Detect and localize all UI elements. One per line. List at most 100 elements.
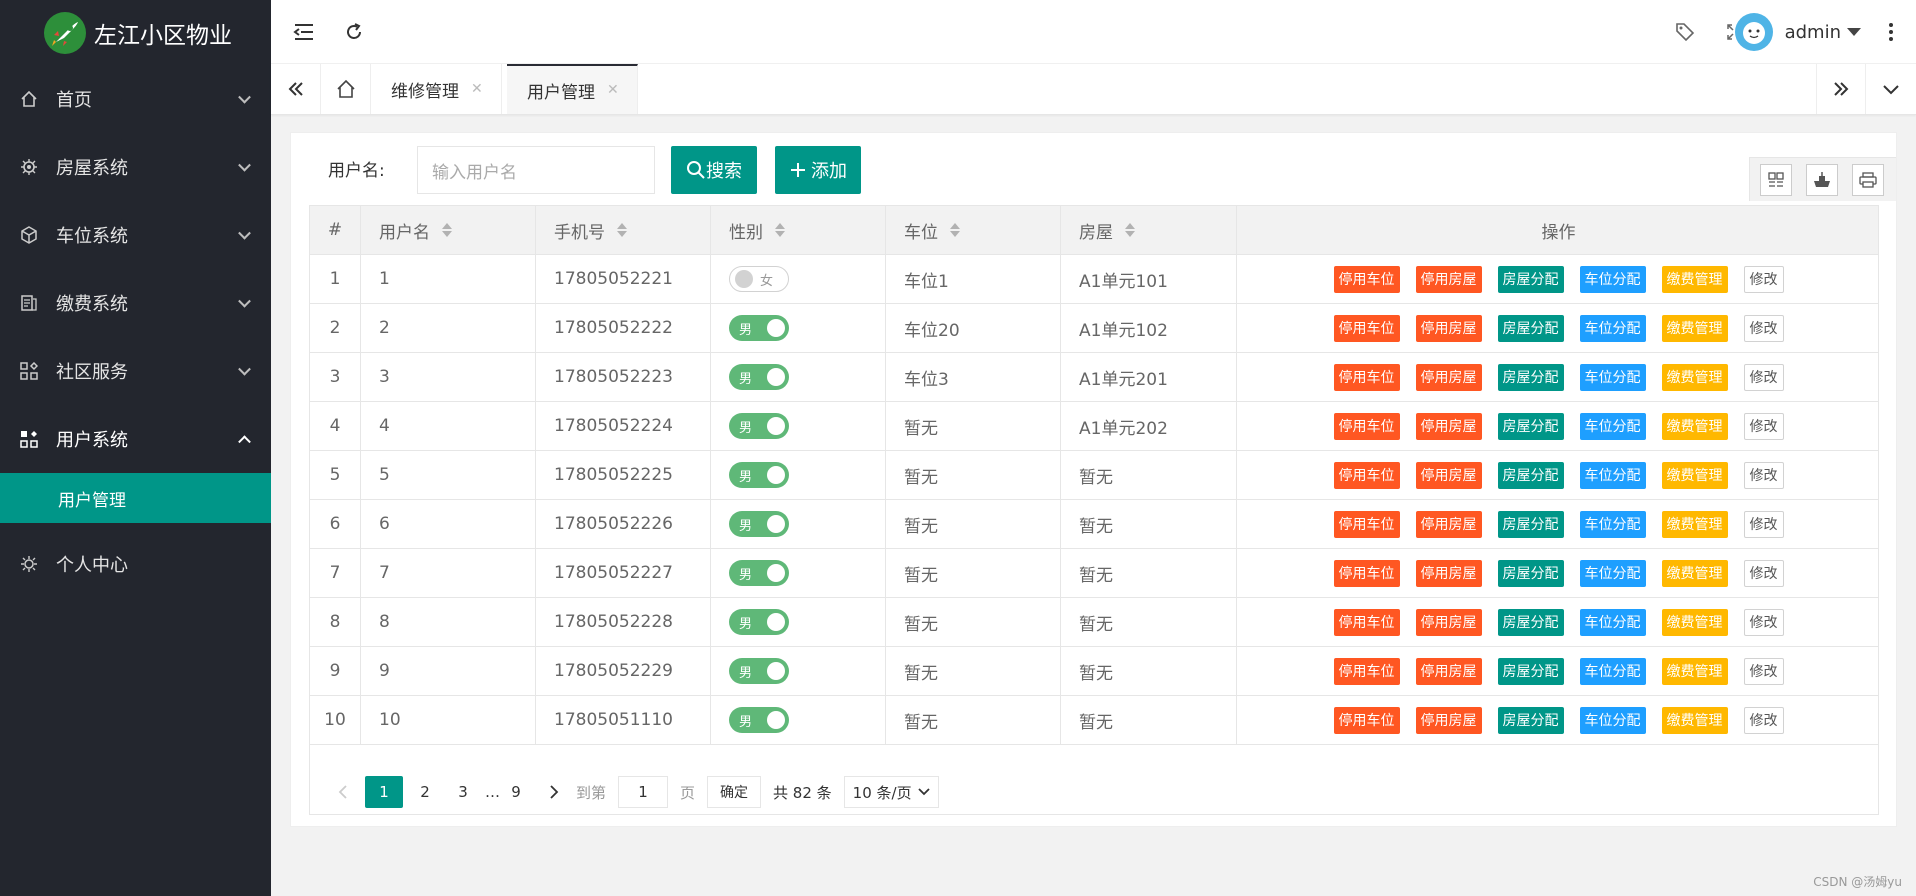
edit-button[interactable]: 修改 [1743, 510, 1784, 538]
sex-toggle[interactable]: 女 [729, 266, 789, 292]
disable-house-button[interactable]: 停用房屋 [1415, 510, 1482, 538]
search-button[interactable]: 搜索 [671, 146, 757, 194]
sidebar-item-profile[interactable]: 个人中心 [0, 530, 271, 598]
disable-house-button[interactable]: 停用房屋 [1415, 706, 1482, 734]
assign-parking-button[interactable]: 车位分配 [1579, 461, 1646, 489]
sidebar-item-home[interactable]: 首页 [0, 65, 271, 133]
assign-house-button[interactable]: 房屋分配 [1497, 608, 1564, 636]
billing-management-button[interactable]: 缴费管理 [1661, 510, 1728, 538]
edit-button[interactable]: 修改 [1743, 706, 1784, 734]
collapse-menu-button[interactable] [279, 0, 329, 64]
tabs-menu-button[interactable] [1866, 64, 1916, 114]
column-header-parking[interactable]: 车位 [886, 206, 1061, 254]
edit-button[interactable]: 修改 [1743, 657, 1784, 685]
sidebar-item-billing[interactable]: 缴费系统 [0, 269, 271, 337]
column-header-sex[interactable]: 性别 [711, 206, 886, 254]
billing-management-button[interactable]: 缴费管理 [1661, 657, 1728, 685]
disable-parking-button[interactable]: 停用车位 [1333, 314, 1400, 342]
assign-house-button[interactable]: 房屋分配 [1497, 363, 1564, 391]
sex-toggle[interactable]: 男 [729, 315, 789, 341]
edit-button[interactable]: 修改 [1743, 559, 1784, 587]
disable-house-button[interactable]: 停用房屋 [1415, 412, 1482, 440]
disable-parking-button[interactable]: 停用车位 [1333, 363, 1400, 391]
tab-home[interactable] [321, 64, 371, 114]
refresh-button[interactable] [329, 0, 379, 64]
tabs-scroll-right-button[interactable] [1816, 64, 1866, 114]
app-logo[interactable]: 左江小区物业 [0, 0, 271, 65]
edit-button[interactable]: 修改 [1743, 265, 1784, 293]
edit-button[interactable]: 修改 [1743, 461, 1784, 489]
sort-icon[interactable] [617, 223, 627, 237]
disable-parking-button[interactable]: 停用车位 [1333, 608, 1400, 636]
disable-parking-button[interactable]: 停用车位 [1333, 706, 1400, 734]
per-page-select[interactable]: 10 条/页 [843, 776, 939, 808]
billing-management-button[interactable]: 缴费管理 [1661, 363, 1728, 391]
disable-parking-button[interactable]: 停用车位 [1333, 461, 1400, 489]
billing-management-button[interactable]: 缴费管理 [1661, 608, 1728, 636]
more-button[interactable] [1866, 0, 1916, 64]
assign-house-button[interactable]: 房屋分配 [1497, 461, 1564, 489]
assign-parking-button[interactable]: 车位分配 [1579, 657, 1646, 685]
sex-toggle[interactable]: 男 [729, 462, 789, 488]
assign-parking-button[interactable]: 车位分配 [1579, 412, 1646, 440]
goto-confirm-button[interactable]: 确定 [707, 776, 762, 808]
sex-toggle[interactable]: 男 [729, 609, 789, 635]
assign-parking-button[interactable]: 车位分配 [1579, 706, 1646, 734]
column-header-phone[interactable]: 手机号 [536, 206, 711, 254]
goto-page-input[interactable]: 1 [618, 776, 669, 808]
assign-house-button[interactable]: 房屋分配 [1497, 706, 1564, 734]
billing-management-button[interactable]: 缴费管理 [1661, 412, 1728, 440]
sex-toggle[interactable]: 男 [729, 364, 789, 390]
sex-toggle[interactable]: 男 [729, 511, 789, 537]
sidebar-subitem-user-management[interactable]: 用户管理 [0, 473, 271, 523]
sex-toggle[interactable]: 男 [729, 413, 789, 439]
assign-parking-button[interactable]: 车位分配 [1579, 608, 1646, 636]
page-button-current[interactable]: 1 [365, 776, 403, 808]
sidebar-item-users[interactable]: 用户系统 [0, 405, 271, 473]
disable-parking-button[interactable]: 停用车位 [1333, 559, 1400, 587]
assign-parking-button[interactable]: 车位分配 [1579, 265, 1646, 293]
disable-parking-button[interactable]: 停用车位 [1333, 265, 1400, 293]
disable-parking-button[interactable]: 停用车位 [1333, 657, 1400, 685]
billing-management-button[interactable]: 缴费管理 [1661, 461, 1728, 489]
disable-parking-button[interactable]: 停用车位 [1333, 412, 1400, 440]
sex-toggle[interactable]: 男 [729, 707, 789, 733]
tab-repair-management[interactable]: 维修管理 ✕ [371, 64, 502, 114]
disable-house-button[interactable]: 停用房屋 [1415, 461, 1482, 489]
tab-user-management[interactable]: 用户管理 ✕ [507, 64, 638, 114]
print-button[interactable] [1852, 164, 1884, 196]
disable-house-button[interactable]: 停用房屋 [1415, 608, 1482, 636]
columns-filter-button[interactable] [1760, 164, 1792, 196]
edit-button[interactable]: 修改 [1743, 608, 1784, 636]
theme-button[interactable] [1660, 0, 1710, 64]
disable-house-button[interactable]: 停用房屋 [1415, 559, 1482, 587]
sort-icon[interactable] [1125, 223, 1135, 237]
add-button[interactable]: 添加 [775, 146, 861, 194]
billing-management-button[interactable]: 缴费管理 [1661, 706, 1728, 734]
assign-parking-button[interactable]: 车位分配 [1579, 559, 1646, 587]
assign-house-button[interactable]: 房屋分配 [1497, 657, 1564, 685]
page-button[interactable]: 3 [447, 776, 479, 808]
page-button[interactable]: 2 [409, 776, 441, 808]
close-icon[interactable]: ✕ [607, 82, 619, 98]
sidebar-item-community[interactable]: 社区服务 [0, 337, 271, 405]
assign-house-button[interactable]: 房屋分配 [1497, 412, 1564, 440]
tabs-scroll-left-button[interactable] [271, 64, 321, 114]
prev-page-button[interactable] [327, 776, 359, 808]
sidebar-item-parking[interactable]: 车位系统 [0, 201, 271, 269]
billing-management-button[interactable]: 缴费管理 [1661, 559, 1728, 587]
assign-house-button[interactable]: 房屋分配 [1497, 265, 1564, 293]
edit-button[interactable]: 修改 [1743, 314, 1784, 342]
sort-icon[interactable] [442, 223, 452, 237]
disable-house-button[interactable]: 停用房屋 [1415, 314, 1482, 342]
assign-parking-button[interactable]: 车位分配 [1579, 510, 1646, 538]
sex-toggle[interactable]: 男 [729, 658, 789, 684]
sort-icon[interactable] [950, 223, 960, 237]
disable-house-button[interactable]: 停用房屋 [1415, 657, 1482, 685]
billing-management-button[interactable]: 缴费管理 [1661, 265, 1728, 293]
assign-parking-button[interactable]: 车位分配 [1579, 314, 1646, 342]
column-header-username[interactable]: 用户名 [361, 206, 536, 254]
username-search-input[interactable]: 输入用户名 [417, 146, 655, 194]
billing-management-button[interactable]: 缴费管理 [1661, 314, 1728, 342]
assign-house-button[interactable]: 房屋分配 [1497, 559, 1564, 587]
